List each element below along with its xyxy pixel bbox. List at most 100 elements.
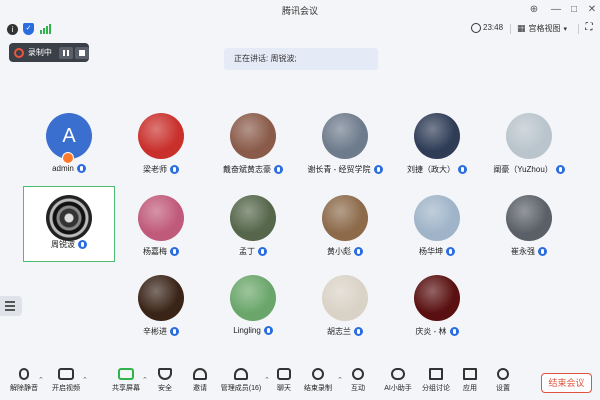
meeting-time: 23:48 [483,23,504,32]
window-title: 腾讯会议 [281,6,318,16]
chat-button[interactable]: 聊天 [270,368,298,398]
participant-name-line: 杨嘉梅 [115,246,207,257]
participant-name: 辛彬进 [143,327,167,336]
share-screen-icon [118,368,134,380]
settings-button[interactable]: 设置 [489,368,517,398]
ai-assistant-button[interactable]: AI小助手 [380,368,416,398]
minimize-icon[interactable]: — [548,2,564,18]
recording-indicator: 录制中 [9,43,89,62]
signal-icon[interactable] [40,24,51,34]
fullscreen-icon[interactable]: ⛶ [583,22,595,34]
interact-button[interactable]: 互动 [344,368,372,398]
participant-tile[interactable]: 杨华坤 [391,186,483,262]
participant-tile[interactable]: 孟丁 [207,186,299,262]
participant-name: Lingling [233,326,261,335]
participant-name: 谢长青 - 经贸学院 [307,165,371,174]
breakout-label: 分组讨论 [422,385,450,392]
chevron-up-icon[interactable]: ⌃ [337,376,343,384]
participant-tile[interactable]: 梁老师 [115,104,207,180]
participant-tile[interactable]: 庆炎 - 林 [391,266,483,342]
ai-assistant-icon [391,368,405,380]
end-recording-button[interactable]: 结束录制 [300,368,336,398]
participant-avatar [138,195,184,241]
participant-tile[interactable]: 辛彬进 [115,266,207,342]
pin-icon[interactable]: ⊕ [526,2,542,18]
microphone-icon [170,165,179,174]
participant-name: 胡志兰 [327,327,351,336]
chevron-up-icon[interactable]: ⌃ [82,376,88,384]
video-button[interactable]: 开启视频 [50,368,82,398]
maximize-icon[interactable]: □ [566,2,582,18]
participant-avatar [230,195,276,241]
microphone-icon [274,165,283,174]
microphone-icon [170,247,179,256]
participant-tile[interactable]: Lingling [207,266,299,342]
view-switch-button[interactable]: ▦ 宫格视图 ▾ [517,22,567,35]
participant-tile[interactable]: 阐豪（YuZhou） [483,104,575,180]
microphone-icon [263,326,273,335]
participant-tile[interactable]: 刘捷（政大） [391,104,483,180]
participant-tile[interactable]: 胡志兰 [299,266,391,342]
microphone-icon [170,327,179,336]
chevron-up-icon[interactable]: ⌃ [142,376,148,384]
participant-avatar [506,113,552,159]
manage-members-button[interactable]: 管理成员(16) [218,368,264,398]
info-icon[interactable]: i [7,24,18,35]
record-icon [14,47,24,58]
stop-recording-button[interactable] [75,46,89,59]
pause-recording-button[interactable] [59,46,74,59]
apps-button[interactable]: 应用 [456,368,484,398]
participant-list-toggle[interactable] [0,296,22,316]
microphone-icon [78,240,87,249]
participant-tile[interactable]: 戴奋斌黄志豪 [207,104,299,180]
participant-name: 孟丁 [239,247,255,256]
unmute-button[interactable]: 解除静音 [8,368,40,398]
chat-label: 聊天 [277,385,291,392]
participant-avatar [230,275,276,321]
members-label: 管理成员(16) [220,385,262,392]
share-screen-button[interactable]: 共享屏幕 [110,368,142,398]
chevron-down-icon: ▾ [563,25,568,33]
participant-name: 戴奋斌黄志豪 [223,165,271,174]
shield-icon[interactable]: ✓ [23,23,34,35]
participant-name-line: 黄小彪 [299,246,391,257]
participant-tile[interactable]: 崔永强 [483,186,575,262]
participant-avatar [230,113,276,159]
shield-icon [158,368,172,380]
participant-tile[interactable]: 周锐波 [23,186,115,262]
participant-name: 刘捷（政大） [407,165,455,174]
microphone-icon [538,247,547,256]
end-meeting-button[interactable]: 结束会议 [541,373,592,393]
meeting-window: 腾讯会议 ⊕ — □ ✕ i ✓ 23:48 ▦ 宫格视图 ▾ ⛶ 录制中 正在… [0,0,600,400]
invite-button[interactable]: 邀请 [186,368,214,398]
security-button[interactable]: 安全 [151,368,179,398]
participant-name-line: 周锐波 [24,239,114,250]
video-label: 开启视频 [52,385,80,392]
gear-icon [497,368,509,380]
participant-avatar [506,195,552,241]
participant-tile[interactable]: Aadmin [23,104,115,180]
close-icon[interactable]: ✕ [584,2,600,18]
participant-tile[interactable]: 杨嘉梅 [115,186,207,262]
chat-icon [277,368,291,380]
participant-tile[interactable]: 黄小彪 [299,186,391,262]
microphone-icon [446,247,455,256]
participant-avatar [322,113,368,159]
chevron-up-icon[interactable]: ⌃ [264,376,270,384]
share-label: 共享屏幕 [112,385,140,392]
chevron-up-icon[interactable]: ⌃ [38,376,44,384]
participant-tile[interactable]: 谢长青 - 经贸学院 [299,104,391,180]
breakout-rooms-button[interactable]: 分组讨论 [418,368,454,398]
participant-name-line: 辛彬进 [115,326,207,337]
microphone-icon [373,165,383,174]
participant-name-line: 胡志兰 [299,326,391,337]
participant-name-line: Lingling [207,326,299,335]
participant-name: 崔永强 [511,247,535,256]
participant-name: 杨华坤 [419,247,443,256]
camera-icon [58,368,74,380]
participant-avatar [414,195,460,241]
participant-avatar [138,113,184,159]
participant-name-line: 阐豪（YuZhou） [483,164,575,175]
participant-name: 阐豪（YuZhou） [493,165,553,174]
participant-name: 周锐波 [51,240,75,249]
